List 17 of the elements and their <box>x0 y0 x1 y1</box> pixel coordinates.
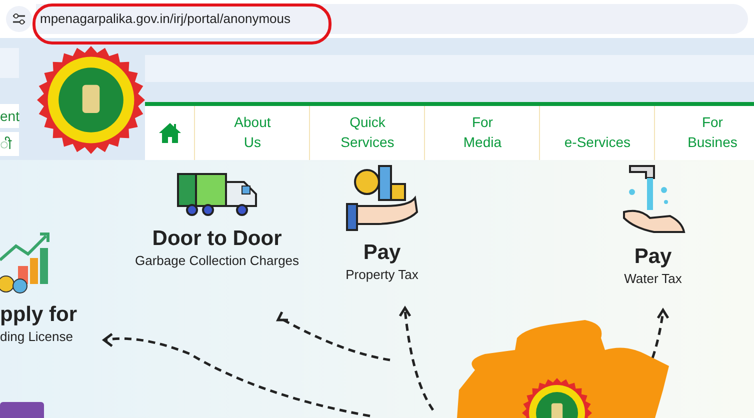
side-menu-item[interactable]: ent <box>0 104 20 128</box>
service-subtitle: ding License <box>0 328 73 346</box>
hand-money-buildings-icon <box>345 162 419 232</box>
site-settings-icon[interactable] <box>6 6 32 32</box>
side-menu-item[interactable]: ी <box>0 132 20 156</box>
service-title: pply for <box>0 302 77 328</box>
service-title: Door to Door <box>152 226 282 252</box>
service-title: Pay <box>634 244 672 270</box>
service-subtitle: Garbage Collection Charges <box>135 252 300 270</box>
state-emblem-icon <box>37 46 146 154</box>
coins-chart-icon <box>0 232 52 294</box>
service-subtitle: Property Tax <box>346 266 418 284</box>
service-title: Pay <box>363 240 401 266</box>
service-subtitle: Water Tax <box>624 270 682 288</box>
address-bar[interactable]: mpenagarpalika.gov.in/irj/portal/anonymous <box>36 4 748 34</box>
tap-water-hand-icon <box>620 162 686 236</box>
url-text: mpenagarpalika.gov.in/irj/portal/anonymous <box>40 10 291 28</box>
